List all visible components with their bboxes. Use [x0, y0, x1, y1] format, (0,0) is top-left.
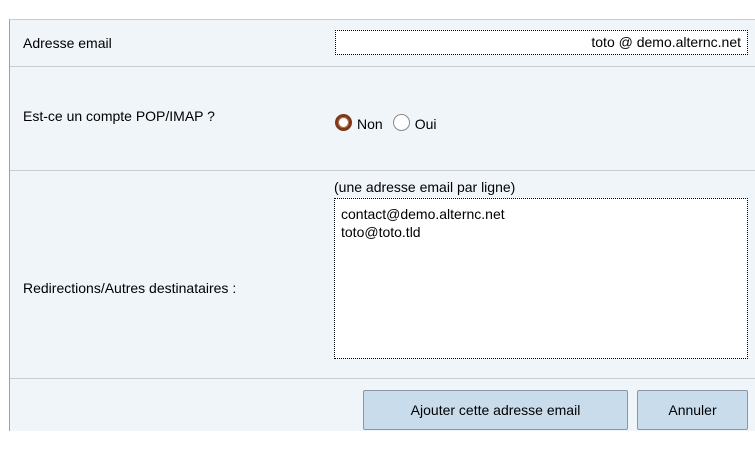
- redirections-textarea[interactable]: contact@demo.alternc.net toto@toto.tld: [334, 198, 748, 359]
- email-label: Adresse email: [23, 35, 112, 51]
- cancel-button[interactable]: Annuler: [637, 390, 748, 430]
- actions-row: Ajouter cette adresse email Annuler: [10, 379, 755, 432]
- pop-imap-label: Est-ce un compte POP/IMAP ?: [23, 108, 215, 124]
- pop-imap-radio-group: Non Oui: [335, 110, 436, 134]
- redirections-label: Redirections/Autres destinataires :: [23, 280, 237, 296]
- redirections-row: Redirections/Autres destinataires : (une…: [10, 171, 755, 379]
- radio-oui-label[interactable]: Oui: [415, 116, 437, 132]
- mail-form: Adresse email toto @ demo.alternc.net Es…: [9, 19, 755, 431]
- pop-imap-row: Est-ce un compte POP/IMAP ? Non Oui: [10, 67, 755, 171]
- radio-oui[interactable]: [392, 113, 410, 131]
- radio-non-label[interactable]: Non: [357, 116, 383, 132]
- add-email-button[interactable]: Ajouter cette adresse email: [363, 390, 628, 430]
- redirections-hint: (une adresse email par ligne): [334, 179, 516, 195]
- radio-non[interactable]: [335, 113, 352, 131]
- email-address-field[interactable]: toto @ demo.alternc.net: [335, 30, 748, 55]
- email-row: Adresse email toto @ demo.alternc.net: [10, 20, 755, 67]
